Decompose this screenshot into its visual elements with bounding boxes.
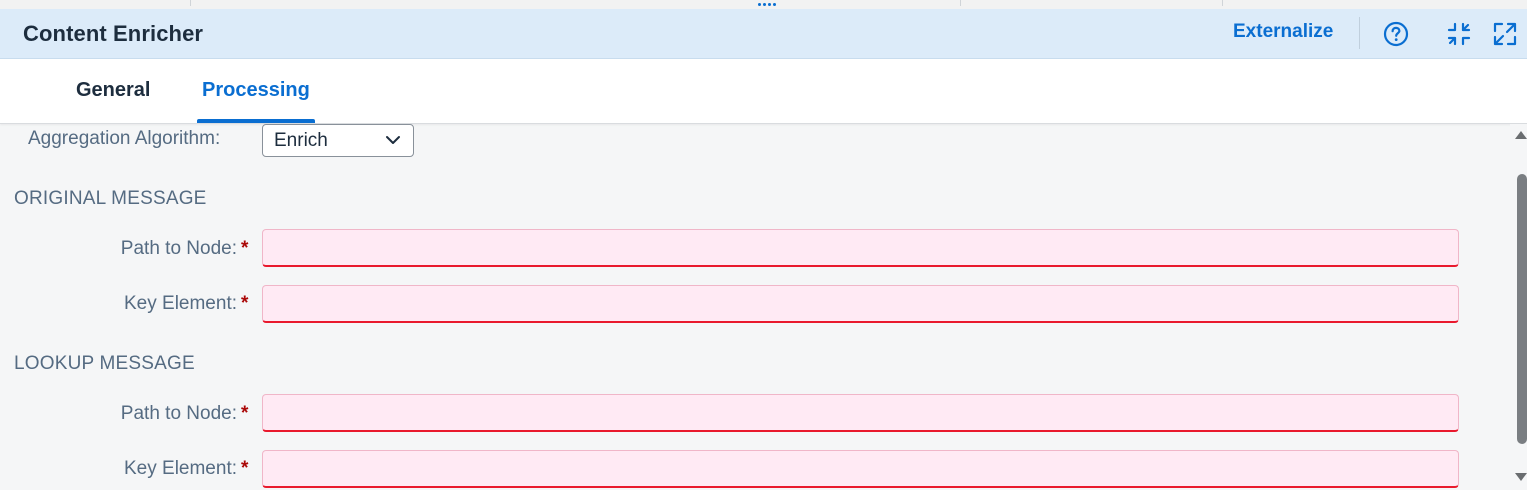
app-window: Content Enricher Externalize General Pro…	[0, 0, 1527, 490]
strip-divider	[960, 0, 961, 6]
strip-divider	[1222, 0, 1223, 6]
original-path-label: Path to Node:	[120, 238, 237, 259]
aggregation-algorithm-value: Enrich	[274, 130, 328, 151]
lookup-path-to-node-input[interactable]	[262, 394, 1459, 432]
scroll-down-arrow-icon[interactable]	[1515, 473, 1527, 481]
lookup-key-label: Key Element:	[124, 458, 237, 479]
strip-divider	[190, 0, 191, 6]
tab-general[interactable]: General	[76, 79, 150, 102]
required-marker: *	[241, 403, 249, 424]
fullscreen-button[interactable]	[1490, 19, 1520, 49]
aggregation-algorithm-select[interactable]: Enrich	[262, 124, 414, 157]
active-tab-indicator	[197, 119, 315, 123]
original-message-section-title: ORIGINAL MESSAGE	[14, 188, 207, 209]
required-marker: *	[241, 238, 249, 259]
scroll-up-arrow-icon[interactable]	[1515, 131, 1527, 139]
original-key-label: Key Element:	[124, 293, 237, 314]
aggregation-algorithm-label: Aggregation Algorithm:	[28, 128, 221, 149]
header-divider	[1359, 17, 1360, 49]
help-button[interactable]	[1381, 19, 1411, 49]
fullscreen-icon	[1493, 22, 1517, 46]
required-marker: *	[241, 458, 249, 479]
panel-title: Content Enricher	[23, 21, 204, 46]
scrollbar-thumb[interactable]	[1517, 174, 1527, 444]
panel-header: Content Enricher Externalize	[0, 9, 1527, 59]
original-key-element-input[interactable]	[262, 285, 1459, 323]
processing-form: Aggregation Algorithm: Enrich ORIGINAL M…	[0, 124, 1510, 490]
exit-fullscreen-icon	[1447, 22, 1471, 46]
tab-bar: General Processing	[0, 59, 1527, 124]
chevron-down-icon	[386, 136, 400, 144]
help-icon	[1383, 21, 1409, 47]
externalize-button[interactable]: Externalize	[1233, 21, 1333, 43]
exit-fullscreen-button[interactable]	[1444, 19, 1474, 49]
lookup-message-section-title: LOOKUP MESSAGE	[14, 353, 195, 374]
tab-processing[interactable]: Processing	[202, 79, 310, 102]
required-marker: *	[241, 293, 249, 314]
original-path-to-node-input[interactable]	[262, 229, 1459, 267]
lookup-key-element-input[interactable]	[262, 450, 1459, 488]
lookup-path-label: Path to Node:	[120, 403, 237, 424]
